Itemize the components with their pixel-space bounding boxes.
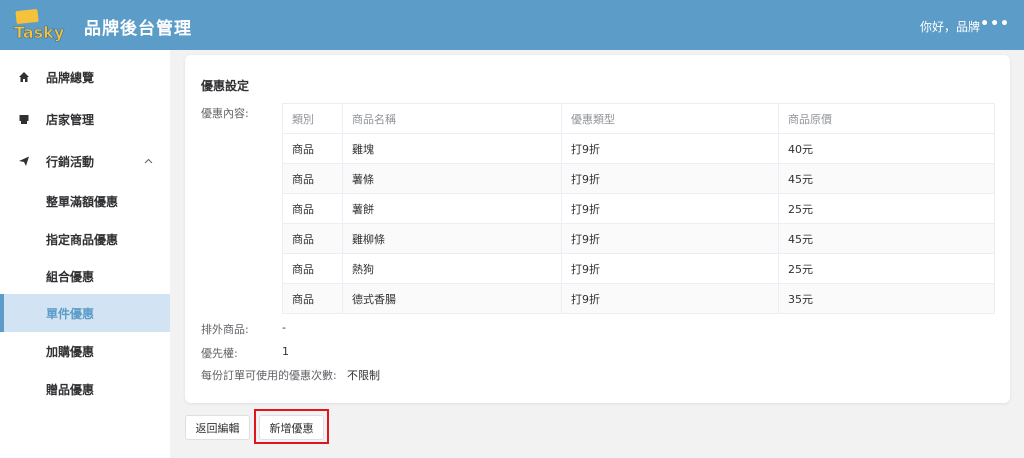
cell-discount-type: 打9折	[561, 283, 779, 314]
promo-settings-card: 優惠設定 優惠內容: 類別 商品名稱 優惠類型 商品原價 商品 雞塊 打9折 4…	[185, 55, 1010, 403]
column-header-product-name: 商品名稱	[342, 103, 562, 134]
usage-limit-label: 每份訂單可使用的優惠次數:	[201, 369, 337, 382]
section-title: 優惠設定	[201, 79, 250, 93]
priority-value: 1	[282, 345, 289, 358]
table-row: 商品 德式香腸 打9折 35元	[282, 283, 995, 314]
cell-original-price: 25元	[778, 193, 995, 224]
sidebar-subitem-order-threshold[interactable]: 整單滿額優惠	[0, 182, 170, 220]
promo-content-label: 優惠內容:	[201, 107, 249, 120]
cell-discount-type: 打9折	[561, 133, 779, 164]
cell-discount-type: 打9折	[561, 193, 779, 224]
cell-product-name: 薯餅	[342, 193, 562, 224]
cell-category: 商品	[282, 193, 343, 224]
priority-label: 優先權:	[201, 347, 238, 360]
sidebar-item-label: 品牌總覽	[46, 70, 95, 85]
logo-text: Tasky	[14, 23, 65, 42]
sidebar-subitem-label: 單件優惠	[46, 306, 95, 321]
cell-product-name: 薯條	[342, 163, 562, 194]
table-header-row: 類別 商品名稱 優惠類型 商品原價	[282, 103, 995, 134]
cell-original-price: 40元	[778, 133, 995, 164]
sidebar-item-label: 行銷活動	[46, 154, 95, 169]
sidebar-item-label: 店家管理	[46, 112, 95, 127]
table-row: 商品 薯條 打9折 45元	[282, 163, 995, 194]
sidebar-subitem-label: 指定商品優惠	[46, 232, 119, 247]
sidebar-subitem-addon[interactable]: 加購優惠	[0, 332, 170, 370]
cell-category: 商品	[282, 163, 343, 194]
ellipsis-icon[interactable]: •••	[980, 16, 1010, 32]
cell-original-price: 35元	[778, 283, 995, 314]
app-title: 品牌後台管理	[84, 19, 192, 39]
excluded-products-label: 排外商品:	[201, 323, 249, 336]
table-row: 商品 雞柳條 打9折 45元	[282, 223, 995, 254]
sidebar-subitem-specific-product[interactable]: 指定商品優惠	[0, 220, 170, 258]
cell-original-price: 25元	[778, 253, 995, 284]
cell-discount-type: 打9折	[561, 223, 779, 254]
cell-category: 商品	[282, 283, 343, 314]
cell-product-name: 雞柳條	[342, 223, 562, 254]
tasky-logo[interactable]: Tasky	[12, 8, 70, 42]
usage-limit-value: 不限制	[347, 369, 380, 382]
sidebar-item-store-management[interactable]: 店家管理	[0, 100, 170, 138]
sidebar-subitem-label: 組合優惠	[46, 269, 95, 284]
cell-product-name: 熱狗	[342, 253, 562, 284]
add-promo-button[interactable]: 新增優惠	[259, 415, 324, 440]
sidebar-item-marketing[interactable]: 行銷活動	[0, 142, 170, 180]
cell-category: 商品	[282, 253, 343, 284]
chevron-up-icon	[144, 156, 153, 167]
excluded-products-value: -	[282, 321, 286, 334]
cell-discount-type: 打9折	[561, 253, 779, 284]
cell-product-name: 德式香腸	[342, 283, 562, 314]
sidebar-item-brand-overview[interactable]: 品牌總覽	[0, 58, 170, 96]
sidebar-subitem-single-item[interactable]: 單件優惠	[0, 294, 170, 332]
column-header-category: 類別	[282, 103, 343, 134]
column-header-original-price: 商品原價	[778, 103, 995, 134]
column-header-discount-type: 優惠類型	[561, 103, 779, 134]
sidebar-subitem-combo[interactable]: 組合優惠	[0, 257, 170, 295]
cell-discount-type: 打9折	[561, 163, 779, 194]
home-icon	[17, 70, 31, 84]
table-row: 商品 薯餅 打9折 25元	[282, 193, 995, 224]
back-to-edit-button[interactable]: 返回編輯	[185, 415, 250, 440]
table-row: 商品 熱狗 打9折 25元	[282, 253, 995, 284]
top-header: Tasky 品牌後台管理 你好，品牌 •••	[0, 0, 1024, 50]
table-row: 商品 雞塊 打9折 40元	[282, 133, 995, 164]
cell-category: 商品	[282, 223, 343, 254]
cell-original-price: 45元	[778, 163, 995, 194]
sidebar-subitem-label: 整單滿額優惠	[46, 194, 119, 209]
sidebar-subitem-label: 加購優惠	[46, 344, 95, 359]
cell-original-price: 45元	[778, 223, 995, 254]
sidebar-subitem-label: 贈品優惠	[46, 382, 95, 397]
store-icon	[17, 112, 31, 126]
sidebar: 品牌總覽 店家管理 行銷活動 整單滿額優惠 指定商品優惠 組合優惠 單件優惠 加…	[0, 50, 170, 458]
cell-product-name: 雞塊	[342, 133, 562, 164]
cell-category: 商品	[282, 133, 343, 164]
sidebar-subitem-gift[interactable]: 贈品優惠	[0, 370, 170, 408]
user-greeting[interactable]: 你好，品牌	[920, 18, 980, 35]
paper-plane-icon	[17, 154, 31, 168]
promo-items-table: 類別 商品名稱 優惠類型 商品原價 商品 雞塊 打9折 40元 商品 薯條 打9…	[282, 103, 995, 314]
